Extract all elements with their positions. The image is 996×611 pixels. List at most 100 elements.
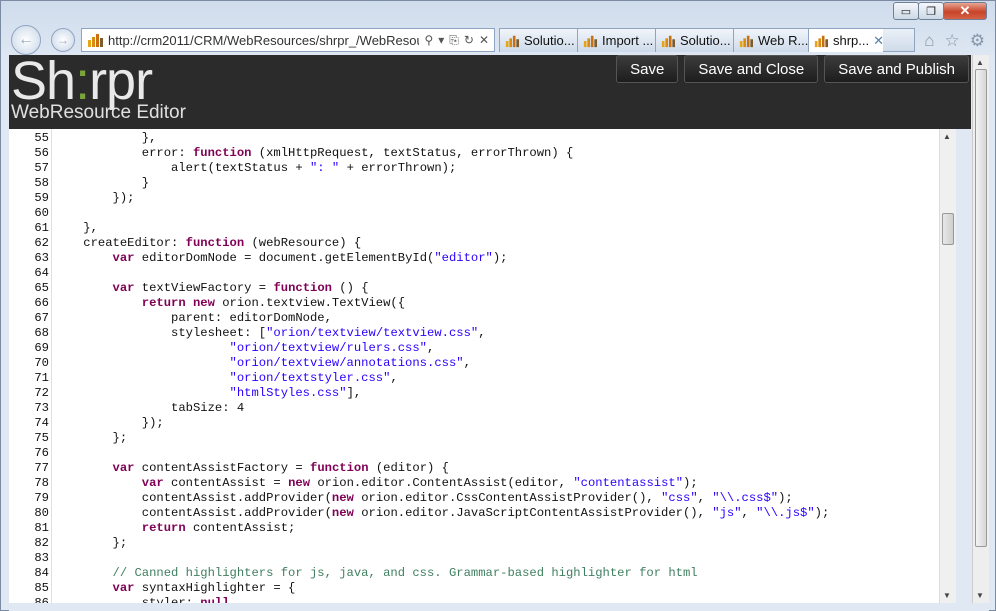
compatibility-icon[interactable]: ⎘ bbox=[449, 33, 459, 48]
code-token: contentAssistFactory = bbox=[134, 461, 310, 475]
code-text[interactable]: }; bbox=[54, 536, 128, 551]
code-editor[interactable]: 55 }, 56 error: function (xmlHttpRequest,… bbox=[9, 129, 956, 603]
code-text[interactable]: return contentAssist; bbox=[54, 521, 296, 536]
code-text[interactable]: }); bbox=[54, 416, 164, 431]
dynamics-crm-icon bbox=[505, 35, 519, 47]
keyword-token: function bbox=[273, 281, 332, 295]
code-text[interactable]: tabSize: 4 bbox=[54, 401, 244, 416]
favorites-icon[interactable]: ☆ bbox=[945, 31, 960, 51]
line-number: 62 bbox=[34, 236, 49, 250]
keyword-token: function bbox=[310, 461, 369, 475]
string-token: "\\.css$" bbox=[712, 491, 779, 505]
keyword-token: new bbox=[331, 506, 354, 520]
stop-icon[interactable]: ✕ bbox=[479, 33, 489, 48]
code-token: textViewFactory = bbox=[134, 281, 274, 295]
code-text[interactable]: }); bbox=[54, 191, 135, 206]
code-text[interactable]: }; bbox=[54, 431, 128, 446]
home-icon[interactable]: ⌂ bbox=[924, 31, 934, 51]
line-number: 58 bbox=[34, 176, 49, 190]
code-text[interactable]: error: function (xmlHttpRequest, textSta… bbox=[54, 146, 574, 161]
shrpr-logo: Sh:rpr WebResource Editor bbox=[11, 53, 186, 123]
string-token: "editor" bbox=[434, 251, 493, 265]
scroll-up-icon[interactable]: ▲ bbox=[943, 132, 951, 141]
code-text[interactable]: }, bbox=[54, 221, 98, 236]
code-token: ); bbox=[814, 506, 830, 520]
minimize-button[interactable]: ▭ bbox=[893, 2, 919, 20]
string-token: "js" bbox=[712, 506, 742, 520]
page-scroll-up-icon[interactable]: ▲ bbox=[976, 58, 984, 67]
settings-gear-icon[interactable]: ⚙ bbox=[970, 31, 985, 51]
line-number: 85 bbox=[34, 581, 49, 595]
dynamics-crm-icon bbox=[814, 35, 828, 47]
keyword-token: new bbox=[288, 476, 311, 490]
tab-shrpr-active[interactable]: shrp... ✕ bbox=[808, 28, 884, 52]
editor-scrollbar-thumb[interactable] bbox=[942, 213, 954, 245]
tab-solutions-1[interactable]: Solutio... bbox=[499, 28, 578, 52]
address-tools: ⚲ ▾ ⎘ ↻ ✕ bbox=[419, 33, 494, 48]
url-text[interactable]: http://crm2011/CRM/WebResources/shrpr_/W… bbox=[108, 33, 419, 48]
tab-web-resources[interactable]: Web R... bbox=[733, 28, 809, 52]
code-text[interactable]: createEditor: function (webResource) { bbox=[54, 236, 361, 251]
restore-button[interactable]: ❐ bbox=[918, 2, 944, 20]
search-icon[interactable]: ⚲ bbox=[424, 33, 433, 48]
scroll-down-icon[interactable]: ▼ bbox=[943, 591, 951, 600]
code-text[interactable]: stylesheet: ["orion/textview/textview.cs… bbox=[54, 326, 486, 341]
address-bar[interactable]: http://crm2011/CRM/WebResources/shrpr_/W… bbox=[81, 28, 495, 52]
navigation-bar: ← → http://crm2011/CRM/WebResources/shrp… bbox=[9, 25, 989, 55]
close-window-button[interactable]: ✕ bbox=[943, 2, 987, 20]
line-number: 81 bbox=[34, 521, 49, 535]
refresh-icon[interactable]: ↻ bbox=[464, 33, 474, 48]
logo-subtitle: WebResource Editor bbox=[11, 102, 186, 123]
editor-scrollbar[interactable]: ▲ ▼ bbox=[939, 129, 956, 603]
code-text[interactable]: parent: editorDomNode, bbox=[54, 311, 332, 326]
code-text[interactable]: "htmlStyles.css"], bbox=[54, 386, 362, 401]
new-tab-button[interactable] bbox=[883, 28, 915, 52]
code-token: stylesheet: [ bbox=[54, 326, 267, 340]
tab-import[interactable]: Import ... bbox=[577, 28, 656, 52]
code-text[interactable]: } bbox=[54, 176, 149, 191]
code-text[interactable]: }, bbox=[54, 131, 157, 146]
code-text[interactable]: "orion/textview/rulers.css", bbox=[54, 341, 435, 356]
forward-button[interactable]: → bbox=[51, 28, 75, 52]
page-scrollbar[interactable]: ▲ ▼ bbox=[972, 55, 989, 603]
code-token: }); bbox=[54, 416, 164, 430]
code-text[interactable]: "orion/textstyler.css", bbox=[54, 371, 398, 386]
code-text[interactable]: styler: null, bbox=[54, 596, 237, 603]
dynamics-crm-icon bbox=[88, 34, 103, 47]
page-scroll-down-icon[interactable]: ▼ bbox=[976, 591, 984, 600]
line-number: 76 bbox=[34, 446, 49, 460]
code-token: + errorThrown); bbox=[339, 161, 457, 175]
code-text[interactable]: var textViewFactory = function () { bbox=[54, 281, 369, 296]
save-and-publish-button[interactable]: Save and Publish bbox=[824, 55, 969, 83]
code-text[interactable]: alert(textStatus + ": " + errorThrown); bbox=[54, 161, 456, 176]
code-token: }); bbox=[54, 191, 135, 205]
tab-label: shrp... bbox=[833, 33, 870, 48]
code-text[interactable]: var contentAssist = new orion.editor.Con… bbox=[54, 476, 698, 491]
action-buttons: Save Save and Close Save and Publish bbox=[616, 55, 969, 83]
code-text[interactable]: var syntaxHighlighter = { bbox=[54, 581, 296, 596]
code-text[interactable]: "orion/textview/annotations.css", bbox=[54, 356, 471, 371]
tab-solutions-2[interactable]: Solutio... bbox=[655, 28, 734, 52]
code-text[interactable]: var contentAssistFactory = function (edi… bbox=[54, 461, 449, 476]
code-text[interactable]: contentAssist.addProvider(new orion.edit… bbox=[54, 491, 793, 506]
line-number: 86 bbox=[34, 596, 49, 603]
line-number: 59 bbox=[34, 191, 49, 205]
line-number: 69 bbox=[34, 341, 49, 355]
code-text[interactable]: return new orion.textview.TextView({ bbox=[54, 296, 405, 311]
code-text[interactable]: contentAssist.addProvider(new orion.edit… bbox=[54, 506, 830, 521]
code-text[interactable]: var editorDomNode = document.getElementB… bbox=[54, 251, 508, 266]
save-and-close-button[interactable]: Save and Close bbox=[684, 55, 819, 83]
page-scrollbar-thumb[interactable] bbox=[975, 69, 987, 547]
line-number: 65 bbox=[34, 281, 49, 295]
code-text[interactable]: // Canned highlighters for js, java, and… bbox=[54, 566, 698, 581]
dropdown-icon[interactable]: ▾ bbox=[438, 33, 444, 48]
code-token: alert(textStatus + bbox=[54, 161, 310, 175]
save-button[interactable]: Save bbox=[616, 55, 679, 83]
line-number: 61 bbox=[34, 221, 49, 235]
code-token: , bbox=[390, 371, 398, 385]
string-token: ": " bbox=[309, 161, 340, 175]
